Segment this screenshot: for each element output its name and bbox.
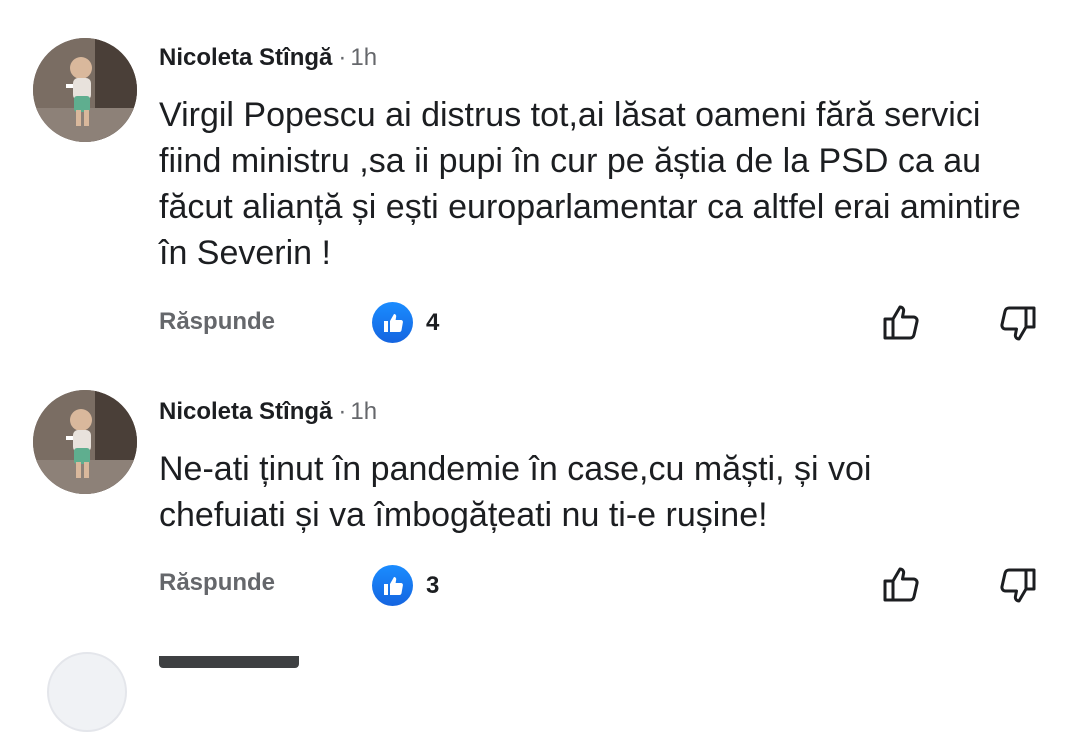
separator: · [338,44,347,71]
timestamp[interactable]: 1h [350,44,377,71]
avatar-photo [33,38,137,142]
upvote-button[interactable] [880,562,924,606]
author-name[interactable]: Nicoleta Stîngă [159,398,332,425]
comment-header: Nicoleta Stîngă · 1h [159,398,377,426]
reaction-summary[interactable]: 4 [372,302,439,343]
avatar[interactable] [33,38,137,142]
avatar[interactable] [47,652,127,732]
avatar[interactable] [33,390,137,494]
like-count: 3 [426,571,440,599]
downvote-button[interactable] [995,302,1039,346]
thumbs-up-icon [372,302,413,343]
downvote-button[interactable] [995,564,1039,608]
comment-header: Nicoleta Stîngă · 1h [159,44,377,72]
author-name[interactable] [159,656,299,668]
upvote-button[interactable] [880,300,924,344]
author-name[interactable]: Nicoleta Stîngă [159,44,332,71]
timestamp[interactable]: 1h [350,398,377,425]
reaction-summary[interactable]: 3 [372,565,439,606]
reply-button[interactable]: Răspunde [159,569,275,597]
like-count: 4 [426,308,440,336]
thumbs-down-outline-icon [1000,306,1036,341]
comment-text: Ne-ati ținut în pandemie în case,cu mășt… [159,450,872,534]
thumbs-up-icon [372,565,413,606]
comment-text: Virgil Popescu ai distrus tot,ai lăsat o… [159,96,1021,272]
separator: · [338,398,347,425]
thumbs-up-outline-icon [883,567,919,602]
reply-button[interactable]: Răspunde [159,308,275,336]
thumbs-up-outline-icon [883,305,919,340]
thumbs-down-outline-icon [1000,568,1036,603]
avatar-photo [33,390,137,494]
